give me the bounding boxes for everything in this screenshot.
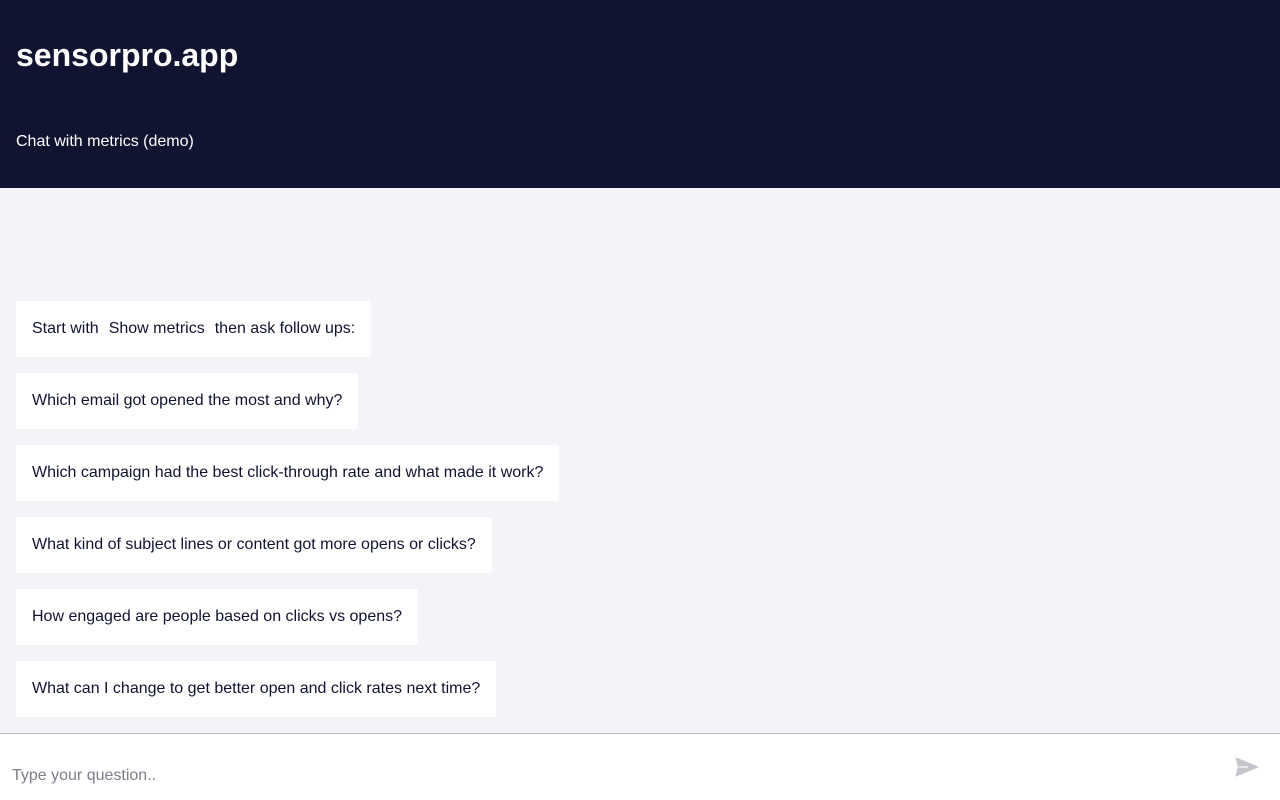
app-header: sensorpro.app Chat with metrics (demo) xyxy=(0,0,1280,188)
app-subtitle: Chat with metrics (demo) xyxy=(16,133,194,150)
suggestion-item-1[interactable]: Which email got opened the most and why? xyxy=(16,373,359,429)
intro-message: Start with Show metrics then ask follow up… xyxy=(16,301,372,357)
send-button[interactable] xyxy=(1232,754,1262,780)
chat-area: Start with Show metrics then ask follow up… xyxy=(0,188,1280,733)
suggestion-item-5[interactable]: What can I change to get better open and… xyxy=(16,661,497,717)
intro-suffix: then ask follow ups: xyxy=(214,320,356,337)
suggestion-item-4[interactable]: How engaged are people based on clicks v… xyxy=(16,589,419,645)
suggestion-list: Start with Show metrics then ask follow up… xyxy=(16,301,560,717)
question-input[interactable] xyxy=(0,752,1200,800)
intro-command: Show metrics xyxy=(108,320,205,337)
suggestion-item-3[interactable]: What kind of subject lines or content go… xyxy=(16,517,492,573)
app-title: sensorpro.app xyxy=(16,37,239,73)
input-bar xyxy=(0,733,1280,800)
send-icon xyxy=(1235,757,1259,777)
suggestion-item-2[interactable]: Which campaign had the best click-throug… xyxy=(16,445,560,501)
intro-prefix: Start with xyxy=(32,320,99,337)
